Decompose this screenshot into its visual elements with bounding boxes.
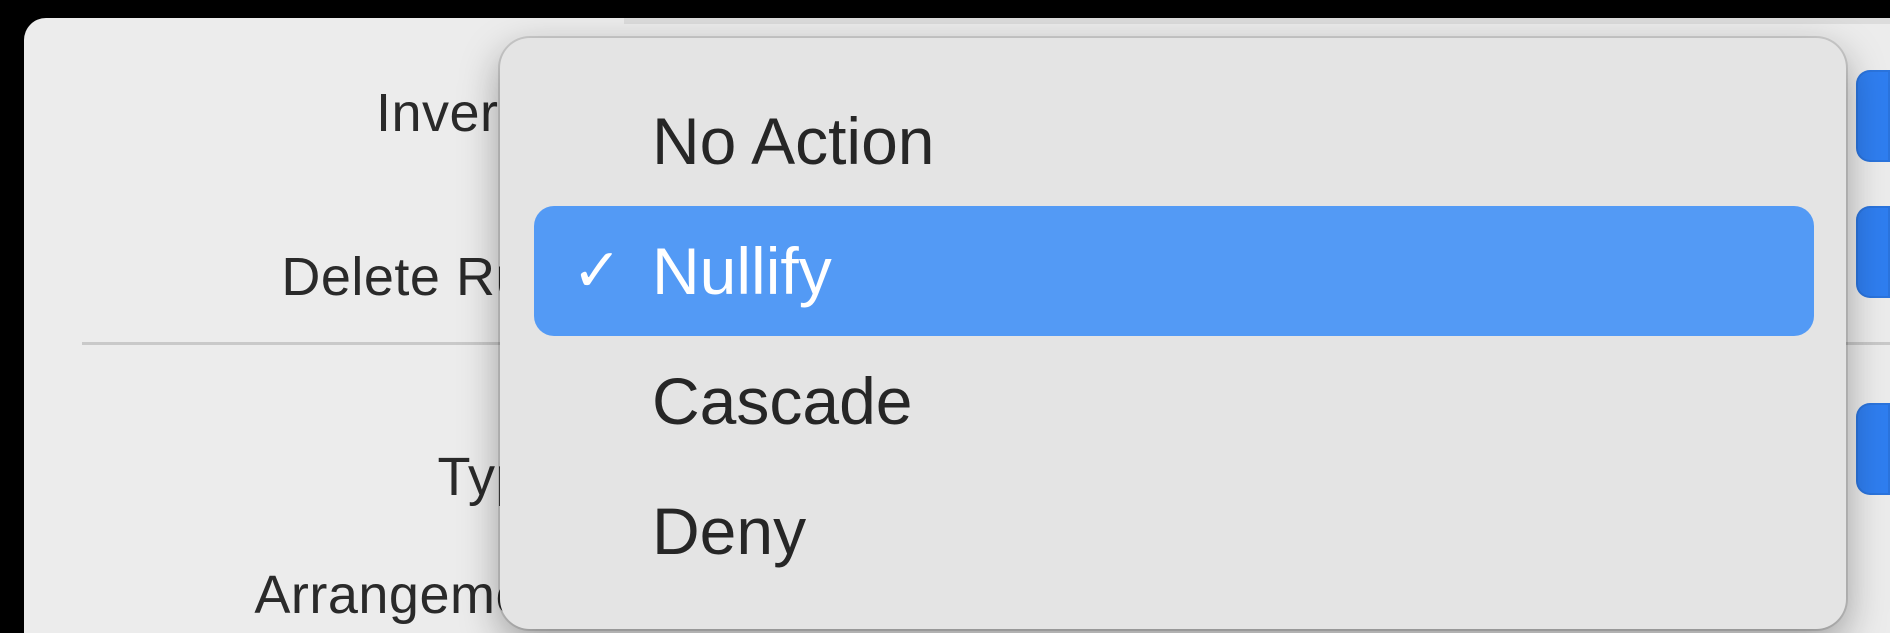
menu-item-label: Cascade <box>652 364 913 438</box>
menu-item-label: Nullify <box>652 234 832 308</box>
menu-item-cascade[interactable]: Cascade <box>534 336 1814 466</box>
menu-item-no-action[interactable]: No Action <box>534 76 1814 206</box>
menu-item-label: No Action <box>652 104 935 178</box>
delete-rule-label: Delete Ru <box>281 247 526 307</box>
inverse-popup-button[interactable] <box>1856 70 1890 162</box>
type-popup-button[interactable] <box>1856 403 1890 495</box>
menu-item-nullify[interactable]: ✓ Nullify <box>534 206 1814 336</box>
menu-item-deny[interactable]: Deny <box>534 466 1814 596</box>
delete-rule-popup-button[interactable] <box>1856 206 1890 298</box>
delete-rule-menu: No Action ✓ Nullify Cascade Deny <box>500 38 1846 629</box>
menu-item-label: Deny <box>652 494 807 568</box>
panel-top-edge <box>624 18 1890 24</box>
arrangement-label: Arrangeme <box>254 565 526 625</box>
checkmark-icon: ✓ <box>571 237 623 304</box>
screen: Invers Delete Ru Typ Arrangeme No Action… <box>0 0 1890 633</box>
